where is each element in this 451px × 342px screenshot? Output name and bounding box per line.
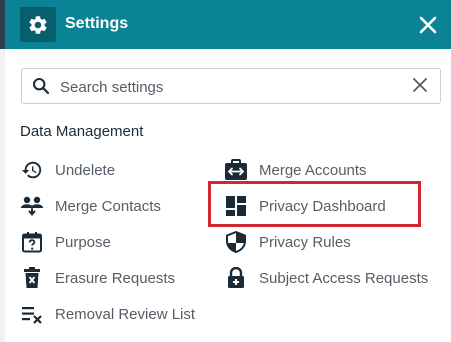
trash-icon xyxy=(20,266,44,290)
lock-plus-icon xyxy=(224,266,248,290)
list-remove-icon xyxy=(20,302,44,326)
restore-icon xyxy=(20,158,44,182)
privacy-rules-label: Privacy Rules xyxy=(259,233,351,251)
merge-accounts-label: Merge Accounts xyxy=(259,161,367,179)
subject-access-requests-label: Subject Access Requests xyxy=(259,269,429,287)
merge-contacts-link[interactable]: Merge Contacts xyxy=(20,192,161,220)
close-icon[interactable] xyxy=(419,16,437,34)
gear-icon xyxy=(20,7,56,42)
clear-search-icon[interactable] xyxy=(413,78,427,97)
removal-review-list-link[interactable]: Removal Review List xyxy=(20,300,195,328)
merge-accounts-link[interactable]: Merge Accounts xyxy=(224,156,367,184)
panel-title: Settings xyxy=(65,15,129,32)
search-input[interactable] xyxy=(58,75,402,99)
close-button[interactable] xyxy=(417,14,439,36)
panel-header: Settings xyxy=(5,0,451,49)
merge-accounts-icon xyxy=(224,158,248,182)
highlight-box xyxy=(208,181,421,227)
calendar-question-icon xyxy=(20,230,44,254)
search-icon xyxy=(32,77,50,100)
subject-access-requests-link[interactable]: Subject Access Requests xyxy=(224,264,428,292)
purpose-link[interactable]: Purpose xyxy=(20,228,111,256)
search-box xyxy=(21,68,441,104)
shield-icon xyxy=(224,230,248,254)
erasure-requests-label: Erasure Requests xyxy=(55,269,176,287)
purpose-label: Purpose xyxy=(55,233,111,251)
settings-panel: Settings Data Management Undel xyxy=(5,0,451,342)
section-title: Data Management xyxy=(20,123,144,140)
removal-review-list-label: Removal Review List xyxy=(55,305,196,323)
merge-contacts-icon xyxy=(20,194,44,218)
privacy-rules-link[interactable]: Privacy Rules xyxy=(224,228,351,256)
undelete-label: Undelete xyxy=(55,161,116,179)
erasure-requests-link[interactable]: Erasure Requests xyxy=(20,264,175,292)
merge-contacts-label: Merge Contacts xyxy=(55,197,161,215)
undelete-link[interactable]: Undelete xyxy=(20,156,115,184)
